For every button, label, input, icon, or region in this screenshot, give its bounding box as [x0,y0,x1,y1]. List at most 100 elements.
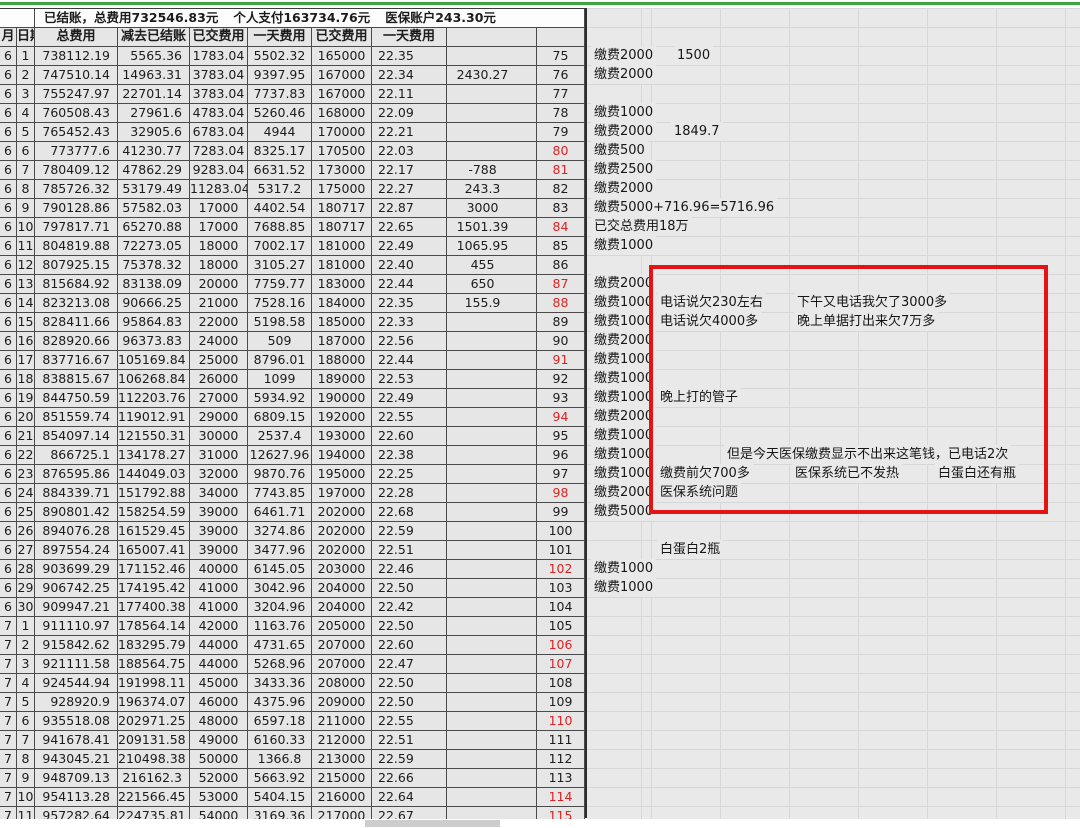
table-cell[interactable]: 6 [0,541,17,559]
table-cell[interactable]: 193000 [312,427,372,445]
table-cell[interactable]: 5 [17,123,35,141]
row-number-cell[interactable]: 103 [537,579,585,597]
table-cell[interactable]: 650 [447,275,537,293]
table-cell[interactable]: 6 [0,351,17,369]
table-cell[interactable]: 6 [0,199,17,217]
table-cell[interactable]: 6631.52 [248,161,312,179]
table-cell[interactable]: 39000 [190,522,248,540]
table-cell[interactable]: 90666.25 [118,294,190,312]
table-cell[interactable]: 27 [17,541,35,559]
table-cell[interactable]: 7528.16 [248,294,312,312]
table-cell[interactable] [447,560,537,578]
table-cell[interactable]: 8325.17 [248,142,312,160]
note-text[interactable]: 1500 [674,46,713,65]
row-number-cell[interactable]: 99 [537,503,585,521]
table-cell[interactable]: 7 [0,617,17,635]
note-text[interactable]: 缴费5000 [591,502,656,521]
table-cell[interactable]: 41000 [190,579,248,597]
table-cell[interactable]: 823213.08 [35,294,118,312]
table-cell[interactable]: 27000 [190,389,248,407]
table-cell[interactable]: 3000 [447,199,537,217]
table-cell[interactable]: 10 [17,218,35,236]
note-text[interactable]: 缴费1000 [591,236,656,255]
table-cell[interactable]: 243.3 [447,180,537,198]
table-cell[interactable]: 921111.58 [35,655,118,673]
table-cell[interactable]: -788 [447,161,537,179]
note-text[interactable]: 缴费2500 [591,160,656,179]
table-cell[interactable]: 3783.04 [190,66,248,84]
table-cell[interactable]: 28 [17,560,35,578]
table-cell[interactable]: 22.47 [372,655,447,673]
row-number-cell[interactable]: 85 [537,237,585,255]
column-header-7[interactable]: 一天费用 [372,28,447,46]
table-cell[interactable]: 25000 [190,351,248,369]
table-cell[interactable]: 8 [17,180,35,198]
table-cell[interactable]: 22.38 [372,446,447,464]
row-number-cell[interactable]: 90 [537,332,585,350]
table-cell[interactable] [447,313,537,331]
note-text[interactable]: 缴费1000 [591,578,656,597]
column-header-0[interactable]: 月 [0,28,17,46]
table-cell[interactable]: 22.09 [372,104,447,122]
row-number-cell[interactable]: 108 [537,674,585,692]
table-cell[interactable]: 216000 [312,788,372,806]
table-cell[interactable]: 170500 [312,142,372,160]
table-cell[interactable] [447,503,537,521]
table-cell[interactable]: 155.9 [447,294,537,312]
table-cell[interactable]: 161529.45 [118,522,190,540]
table-cell[interactable]: 6 [0,446,17,464]
table-cell[interactable]: 22.35 [372,47,447,65]
table-cell[interactable]: 785726.32 [35,180,118,198]
table-cell[interactable]: 1366.8 [248,750,312,768]
table-cell[interactable]: 9283.04 [190,161,248,179]
table-cell[interactable] [447,104,537,122]
table-cell[interactable]: 165007.41 [118,541,190,559]
note-text[interactable]: 1849.7 [671,122,723,141]
table-cell[interactable]: 209131.58 [118,731,190,749]
table-cell[interactable]: 509 [248,332,312,350]
table-cell[interactable]: 6 [0,104,17,122]
table-cell[interactable]: 6 [0,408,17,426]
table-cell[interactable]: 121550.31 [118,427,190,445]
table-cell[interactable] [447,693,537,711]
table-cell[interactable]: 40000 [190,560,248,578]
table-cell[interactable]: 170000 [312,123,372,141]
table-cell[interactable]: 890801.42 [35,503,118,521]
table-cell[interactable]: 7 [0,769,17,787]
table-cell[interactable]: 5198.58 [248,313,312,331]
table-cell[interactable]: 928920.9 [35,693,118,711]
table-cell[interactable] [447,47,537,65]
table-cell[interactable]: 112203.76 [118,389,190,407]
table-cell[interactable]: 1065.95 [447,237,537,255]
table-cell[interactable]: 9 [17,769,35,787]
table-cell[interactable]: 32000 [190,465,248,483]
table-cell[interactable]: 165000 [312,47,372,65]
table-cell[interactable]: 935518.08 [35,712,118,730]
table-cell[interactable]: 194000 [312,446,372,464]
table-cell[interactable]: 207000 [312,636,372,654]
table-cell[interactable]: 22.35 [372,294,447,312]
table-cell[interactable]: 780409.12 [35,161,118,179]
table-cell[interactable]: 4731.65 [248,636,312,654]
table-cell[interactable]: 6 [0,47,17,65]
note-text[interactable]: 缴费1000 [591,464,656,483]
table-cell[interactable]: 134178.27 [118,446,190,464]
table-cell[interactable]: 3105.27 [248,256,312,274]
table-cell[interactable]: 8796.01 [248,351,312,369]
table-cell[interactable]: 17000 [190,199,248,217]
table-cell[interactable]: 20000 [190,275,248,293]
table-cell[interactable]: 18000 [190,256,248,274]
table-cell[interactable]: 6 [0,389,17,407]
table-cell[interactable]: 6 [0,237,17,255]
table-cell[interactable] [447,674,537,692]
table-cell[interactable]: 909947.21 [35,598,118,616]
table-cell[interactable]: 29 [17,579,35,597]
note-text[interactable]: 缴费500 [591,141,648,160]
table-cell[interactable]: 22.34 [372,66,447,84]
table-cell[interactable]: 838815.67 [35,370,118,388]
table-cell[interactable]: 3 [17,85,35,103]
note-text[interactable]: 缴费1000 [591,426,656,445]
table-cell[interactable]: 6 [0,332,17,350]
table-cell[interactable]: 189000 [312,370,372,388]
row-number-cell[interactable]: 110 [537,712,585,730]
